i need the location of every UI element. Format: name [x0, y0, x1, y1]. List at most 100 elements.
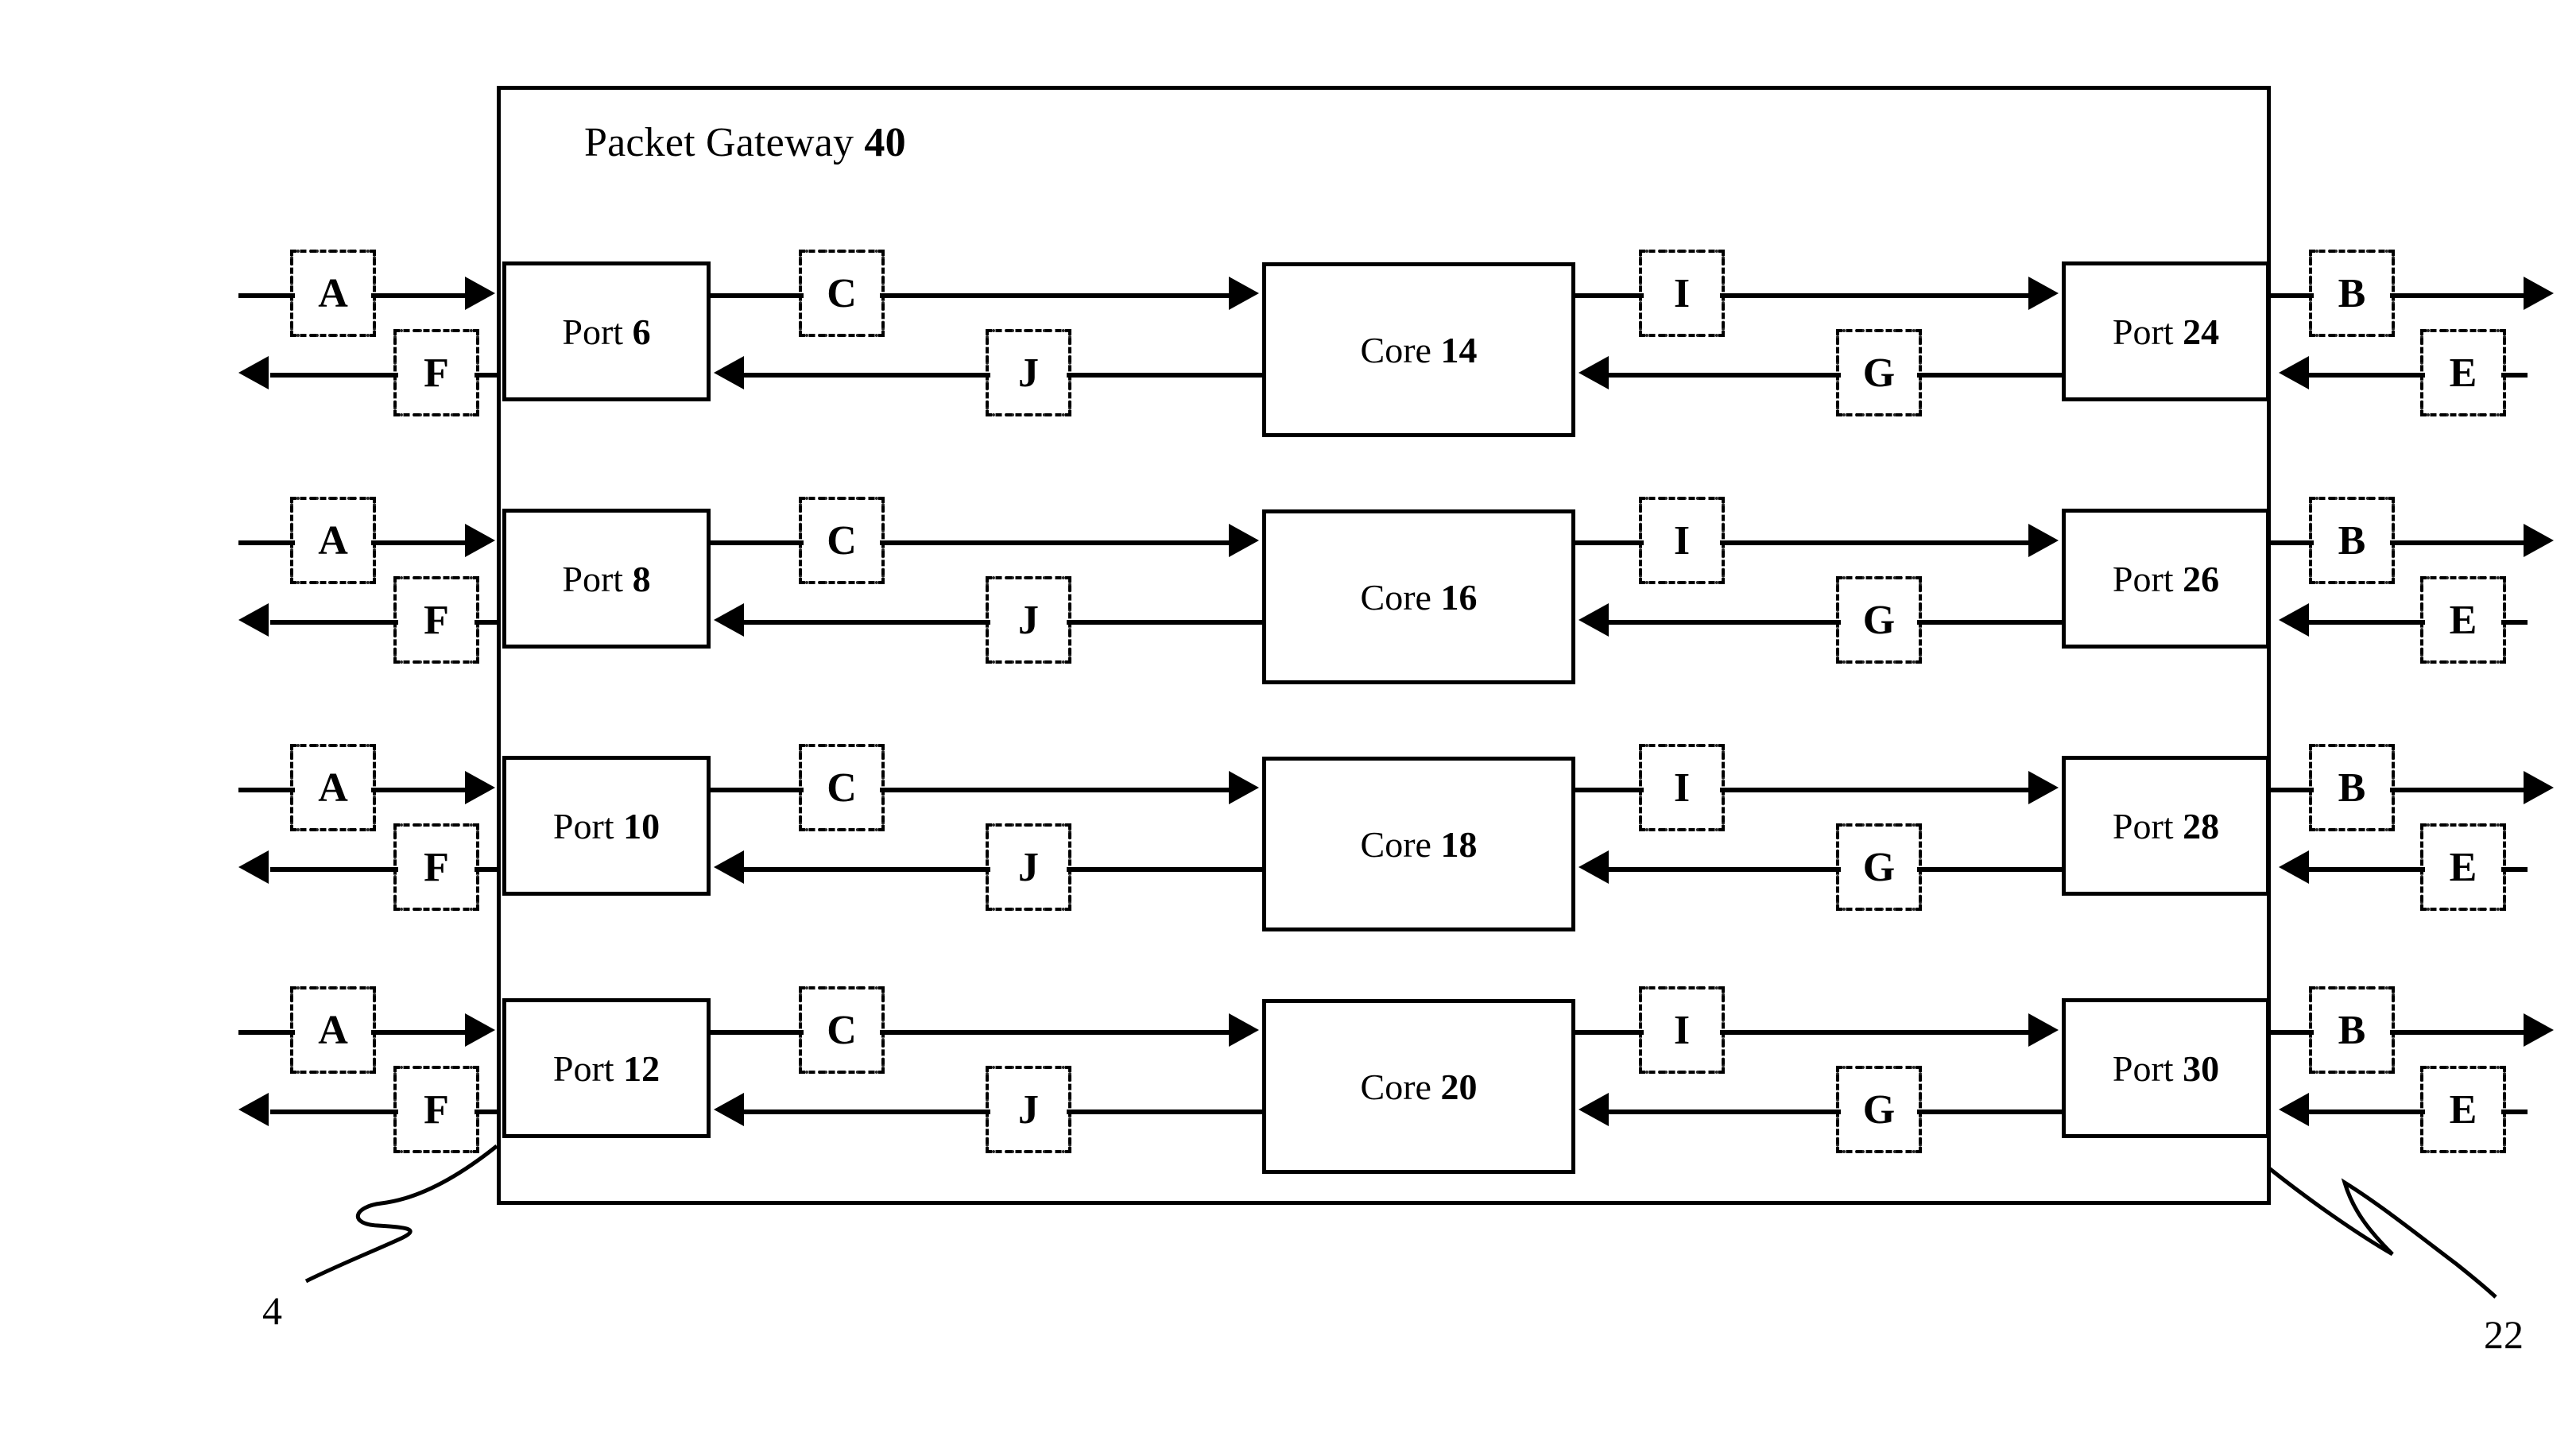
port-in-box-3[interactable]: Port 12: [502, 998, 711, 1138]
port-to-core-line-2: [711, 788, 1230, 792]
tag-egress-outside-0[interactable]: F: [393, 329, 479, 416]
core-to-portout-arrowhead-0: [2028, 277, 2059, 310]
core-box-0-number: 14: [1440, 329, 1478, 370]
tag-egress-outside-3[interactable]: F: [393, 1066, 479, 1153]
tag-ingress-inside-1[interactable]: C: [799, 497, 885, 584]
core-box-1[interactable]: Core 16: [1262, 509, 1575, 684]
port-out-box-1[interactable]: Port 26: [2062, 509, 2270, 649]
tag-far-egress-2-letter: B: [2314, 749, 2390, 827]
tag-core-out-1[interactable]: I: [1639, 497, 1725, 584]
portout-to-core-line-2: [1609, 867, 2062, 872]
core-box-2[interactable]: Core 18: [1262, 757, 1575, 931]
packet-gateway-title: Packet Gateway 40: [584, 119, 906, 166]
tag-egress-outside-2-letter: F: [398, 828, 475, 906]
tag-core-out-3[interactable]: I: [1639, 986, 1725, 1074]
far-egress-arrowhead-0: [2524, 277, 2554, 310]
tag-far-egress-0[interactable]: B: [2309, 250, 2395, 337]
port-to-core-arrowhead-2: [1229, 771, 1259, 804]
tag-far-ingress-0[interactable]: E: [2420, 329, 2506, 416]
portout-to-core-arrowhead-1: [1579, 603, 1609, 637]
core-to-portout-arrowhead-1: [2028, 524, 2059, 557]
tag-ingress-inside-0-letter: C: [804, 254, 880, 332]
port-to-core-line-3: [711, 1030, 1230, 1035]
tag-egress-outside-1[interactable]: F: [393, 576, 479, 664]
tag-far-ingress-2[interactable]: E: [2420, 823, 2506, 911]
tag-core-in-1[interactable]: G: [1836, 576, 1922, 664]
tag-ingress-inside-2-letter: C: [804, 749, 880, 827]
far-egress-arrowhead-1: [2524, 524, 2554, 557]
tag-far-egress-3[interactable]: B: [2309, 986, 2395, 1074]
tag-ingress-outside-2[interactable]: A: [290, 744, 376, 831]
tag-far-egress-3-letter: B: [2314, 991, 2390, 1069]
port-out-box-1-label: Port: [2112, 558, 2174, 599]
port-in-box-0-number: 6: [632, 311, 651, 352]
core-to-port-arrowhead-2: [714, 850, 744, 884]
core-box-3-label: Core: [1360, 1066, 1431, 1107]
tag-egress-inside-2[interactable]: J: [986, 823, 1071, 911]
tag-core-out-0[interactable]: I: [1639, 250, 1725, 337]
tag-egress-inside-1[interactable]: J: [986, 576, 1071, 664]
port-out-box-2[interactable]: Port 28: [2062, 756, 2270, 896]
tag-ingress-outside-3-letter: A: [295, 991, 371, 1069]
tag-ingress-outside-1[interactable]: A: [290, 497, 376, 584]
far-egress-arrowhead-2: [2524, 771, 2554, 804]
tag-ingress-inside-3[interactable]: C: [799, 986, 885, 1074]
tag-far-egress-1[interactable]: B: [2309, 497, 2395, 584]
port-out-box-2-label: Port: [2112, 805, 2174, 846]
tag-core-in-0[interactable]: G: [1836, 329, 1922, 416]
core-box-0[interactable]: Core 14: [1262, 262, 1575, 437]
core-to-portout-arrowhead-3: [2028, 1013, 2059, 1047]
tag-egress-inside-1-letter: J: [990, 581, 1067, 659]
tag-far-egress-2[interactable]: B: [2309, 744, 2395, 831]
portout-to-core-arrowhead-3: [1579, 1093, 1609, 1126]
core-box-3[interactable]: Core 20: [1262, 999, 1575, 1174]
tag-ingress-inside-0[interactable]: C: [799, 250, 885, 337]
tag-far-egress-0-letter: B: [2314, 254, 2390, 332]
port-out-box-3[interactable]: Port 30: [2062, 998, 2270, 1138]
tag-egress-outside-2[interactable]: F: [393, 823, 479, 911]
tag-far-ingress-1[interactable]: E: [2420, 576, 2506, 664]
tag-core-in-3-letter: G: [1841, 1071, 1917, 1148]
tag-egress-outside-3-letter: F: [398, 1071, 475, 1148]
portout-to-core-line-3: [1609, 1110, 2062, 1114]
tag-ingress-outside-0[interactable]: A: [290, 250, 376, 337]
port-out-box-3-number: 30: [2183, 1048, 2220, 1089]
port-in-box-2-label: Port: [552, 805, 614, 846]
tag-egress-outside-0-letter: F: [398, 334, 475, 412]
tag-core-in-1-letter: G: [1841, 581, 1917, 659]
core-to-port-arrowhead-3: [714, 1093, 744, 1126]
tag-egress-inside-3-letter: J: [990, 1071, 1067, 1148]
tag-far-ingress-3[interactable]: E: [2420, 1066, 2506, 1153]
core-box-1-number: 16: [1440, 576, 1478, 618]
tag-core-out-2[interactable]: I: [1639, 744, 1725, 831]
egress-arrowhead-1: [238, 603, 269, 637]
port-to-core-arrowhead-0: [1229, 277, 1259, 310]
core-box-1-label: Core: [1360, 576, 1431, 618]
tag-ingress-outside-3[interactable]: A: [290, 986, 376, 1074]
tag-egress-inside-2-letter: J: [990, 828, 1067, 906]
port-out-box-0[interactable]: Port 24: [2062, 261, 2270, 401]
tag-ingress-inside-2[interactable]: C: [799, 744, 885, 831]
port-in-box-1[interactable]: Port 8: [502, 509, 711, 649]
port-in-box-2[interactable]: Port 10: [502, 756, 711, 896]
tag-core-in-0-letter: G: [1841, 334, 1917, 412]
core-to-port-arrowhead-1: [714, 603, 744, 637]
portout-to-core-line-1: [1609, 620, 2062, 625]
port-to-core-line-1: [711, 540, 1230, 545]
packet-gateway-title-number: 40: [864, 120, 906, 165]
far-ingress-arrowhead-1: [2279, 603, 2309, 637]
core-box-0-label: Core: [1360, 329, 1431, 370]
tag-core-in-3[interactable]: G: [1836, 1066, 1922, 1153]
tag-egress-inside-0[interactable]: J: [986, 329, 1071, 416]
right-reference-numeral: 22: [2484, 1312, 2524, 1357]
tag-core-out-2-letter: I: [1644, 749, 1720, 827]
port-in-box-0[interactable]: Port 6: [502, 261, 711, 401]
port-out-box-0-number: 24: [2183, 311, 2220, 352]
port-in-box-3-label: Port: [552, 1048, 614, 1089]
tag-far-ingress-1-letter: E: [2425, 581, 2501, 659]
tag-ingress-inside-1-letter: C: [804, 502, 880, 579]
tag-far-ingress-0-letter: E: [2425, 334, 2501, 412]
tag-core-in-2[interactable]: G: [1836, 823, 1922, 911]
tag-egress-inside-3[interactable]: J: [986, 1066, 1071, 1153]
core-box-2-number: 18: [1440, 823, 1478, 865]
